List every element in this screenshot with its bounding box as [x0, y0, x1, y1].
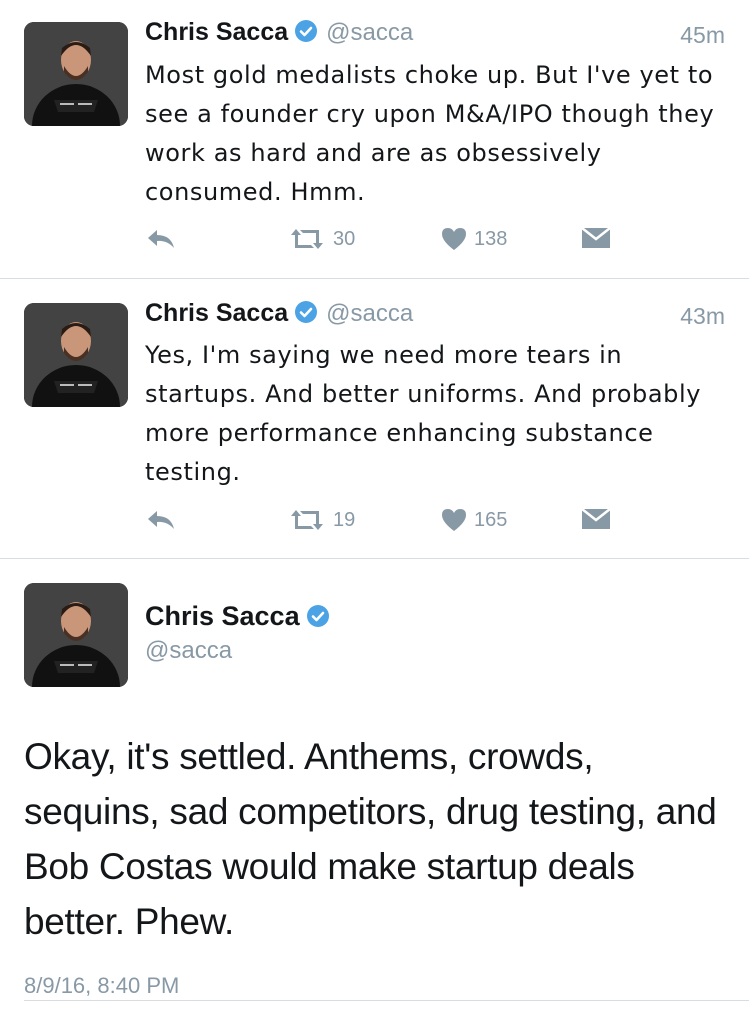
- avatar[interactable]: [24, 583, 128, 687]
- retweet-count: 19: [333, 508, 356, 531]
- tweet-text: Okay, it's settled. Anthems, crowds, seq…: [24, 736, 717, 942]
- heart-icon: [442, 509, 466, 531]
- dm-button[interactable]: [581, 507, 611, 531]
- author-handle[interactable]: @sacca: [326, 19, 413, 46]
- tweet-time[interactable]: 43m: [680, 303, 725, 330]
- tweet-1[interactable]: Chris Sacca @sacca 45m Most gold medalist…: [0, 0, 749, 278]
- divider: [24, 1000, 749, 1001]
- like-count: 138: [474, 227, 508, 250]
- retweet-icon: [291, 510, 323, 530]
- reply-button[interactable]: [145, 226, 177, 252]
- author-name[interactable]: Chris Sacca: [145, 18, 288, 46]
- author-handle[interactable]: @sacca: [326, 300, 413, 327]
- envelope-icon: [581, 227, 611, 248]
- author-name-row: Chris Sacca: [145, 601, 330, 635]
- tweet-2[interactable]: Chris Sacca @sacca 43m Yes, I'm saying we…: [0, 279, 749, 558]
- avatar[interactable]: [24, 303, 128, 407]
- envelope-icon: [581, 508, 611, 529]
- avatar-image: [24, 583, 128, 687]
- tweet-timestamp[interactable]: 8/9/16, 8:40 PM: [24, 973, 179, 999]
- author-name-row: Chris Sacca @sacca: [145, 299, 413, 331]
- avatar-image: [24, 303, 128, 407]
- author-name-row: Chris Sacca @sacca: [145, 18, 413, 50]
- like-count: 165: [474, 508, 508, 531]
- verified-badge-icon: [294, 300, 318, 331]
- reply-icon: [148, 230, 174, 248]
- avatar-image: [24, 22, 128, 126]
- avatar[interactable]: [24, 22, 128, 126]
- reply-icon: [148, 511, 174, 529]
- like-button[interactable]: 165: [440, 507, 507, 533]
- dm-button[interactable]: [581, 226, 611, 250]
- main-tweet: Chris Sacca @sacca Okay, it's settled. A…: [0, 559, 749, 1017]
- retweet-icon: [291, 229, 323, 249]
- tweet-text: Yes, I'm saying we need more tears in st…: [145, 341, 702, 486]
- author-name[interactable]: Chris Sacca: [145, 299, 288, 327]
- verified-badge-icon: [306, 604, 330, 635]
- tweet-actions: 30 138: [145, 226, 645, 256]
- like-button[interactable]: 138: [440, 226, 507, 252]
- author-handle[interactable]: @sacca: [145, 637, 232, 665]
- tweet-time[interactable]: 45m: [680, 22, 725, 49]
- retweet-count: 30: [333, 227, 356, 250]
- verified-badge-icon: [294, 19, 318, 50]
- retweet-button[interactable]: 30: [287, 226, 355, 252]
- author-name[interactable]: Chris Sacca: [145, 601, 300, 631]
- tweet-actions: 19 165: [145, 507, 645, 537]
- reply-button[interactable]: [145, 507, 177, 533]
- retweet-button[interactable]: 19: [287, 507, 355, 533]
- heart-icon: [442, 228, 466, 250]
- tweet-text: Most gold medalists choke up. But I've y…: [145, 61, 715, 206]
